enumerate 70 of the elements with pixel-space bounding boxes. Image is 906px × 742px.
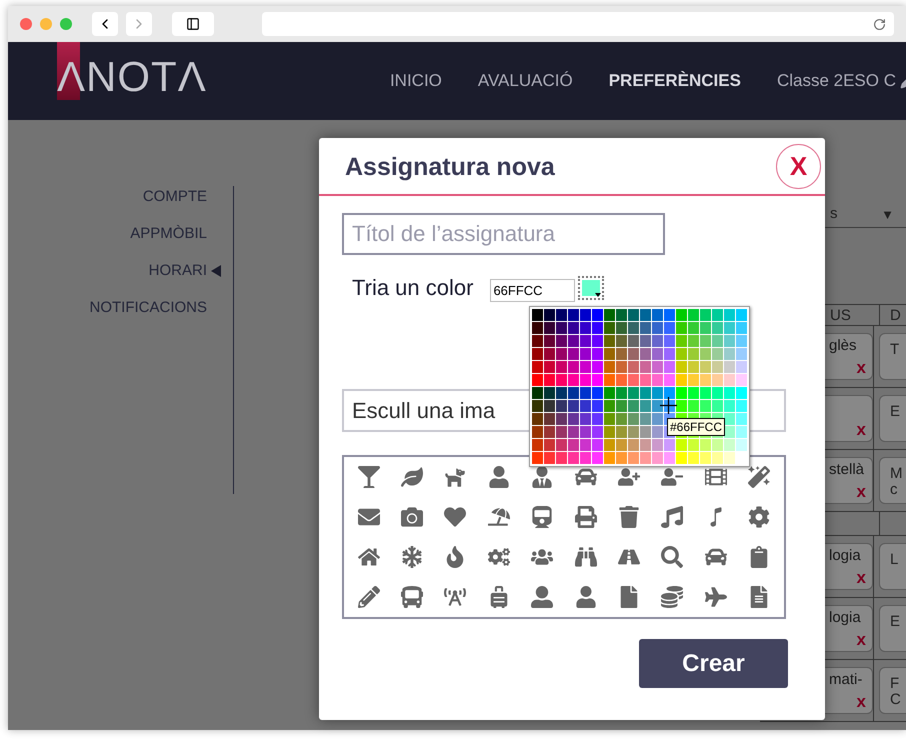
heart-icon[interactable] [444, 506, 466, 528]
column-header: D [889, 306, 901, 325]
sidebar-button[interactable] [172, 12, 214, 36]
sidebar-item[interactable]: COMPTE [142, 187, 207, 207]
remove-button[interactable]: x [856, 631, 866, 648]
person-icon[interactable] [531, 466, 554, 488]
car-icon[interactable] [704, 546, 727, 568]
sidebar-item[interactable]: APPMÒBIL [130, 224, 207, 244]
color-swatch-button[interactable] [578, 276, 604, 300]
person-icon[interactable] [488, 466, 510, 488]
printer-icon[interactable] [574, 506, 597, 528]
close-button[interactable]: X [776, 144, 821, 188]
umbrella-icon[interactable] [488, 506, 510, 528]
sidebar-item[interactable]: HORARI [148, 261, 207, 281]
coins-icon[interactable] [661, 586, 684, 608]
lesson-card[interactable]: F C [879, 667, 906, 714]
bus-icon[interactable] [401, 586, 424, 608]
pencil-icon[interactable] [358, 586, 380, 608]
remove-button[interactable]: x [856, 569, 866, 586]
color-tooltip: #66FFCC [667, 418, 726, 436]
back-button[interactable] [92, 12, 118, 36]
dog-icon[interactable] [444, 466, 466, 488]
dropdown-arrow-icon [595, 293, 602, 297]
clipboard-icon[interactable] [748, 546, 770, 568]
title-input[interactable]: Títol de l’assignatura [342, 213, 665, 255]
film-icon[interactable] [704, 466, 727, 488]
create-button[interactable]: Crear [639, 639, 788, 688]
lesson-card[interactable]: L [879, 543, 906, 590]
person-icon[interactable] [574, 586, 597, 608]
person-icon[interactable] [531, 586, 554, 608]
class-name: Classe 2ESO C [776, 70, 896, 92]
gears-icon[interactable] [488, 546, 510, 568]
reload-icon[interactable] [873, 18, 886, 30]
house-icon[interactable] [358, 546, 380, 568]
nav-link[interactable]: PREFERÈNCIES [608, 68, 741, 94]
remove-button[interactable]: x [856, 359, 866, 376]
sidebar-item[interactable]: NOTIFICACIONS [89, 298, 207, 318]
trash-icon[interactable] [618, 506, 640, 528]
camera-icon[interactable] [401, 506, 424, 528]
remove-button[interactable]: x [856, 693, 866, 710]
music-notes-icon[interactable] [661, 506, 684, 528]
color-label: Tria un color [352, 274, 474, 302]
lesson-card[interactable]: T [879, 333, 906, 380]
lesson-card[interactable]: E [879, 395, 906, 442]
search-icon[interactable] [661, 546, 684, 568]
sidebar-icon [186, 17, 200, 31]
envelope-icon[interactable] [358, 506, 380, 528]
cocktail-glass-icon[interactable] [358, 466, 380, 488]
selected-indicator-icon [211, 265, 221, 277]
remove-button[interactable]: x [856, 421, 866, 438]
binoculars-icon[interactable] [574, 546, 597, 568]
dialog-title: Assignatura nova [345, 152, 555, 184]
car-icon[interactable] [574, 466, 597, 488]
snowflake-icon[interactable] [401, 546, 424, 568]
nav-link[interactable]: INICIO [390, 68, 442, 94]
magic-wand-icon[interactable] [748, 466, 770, 488]
notepad-icon[interactable] [748, 586, 770, 608]
lesson-card[interactable]: E [879, 605, 906, 652]
crosshair-cursor-icon [660, 397, 677, 414]
settings-icon[interactable] [748, 506, 770, 528]
train-icon[interactable] [531, 506, 554, 528]
leaf-icon[interactable] [401, 466, 424, 488]
add-person-icon[interactable] [618, 466, 640, 488]
remove-person-icon[interactable] [661, 466, 684, 488]
remove-button[interactable]: x [856, 483, 866, 500]
file-icon[interactable] [618, 586, 640, 608]
nav-link[interactable]: AVALUACIÓ [478, 68, 573, 94]
lesson-card[interactable]: M c [879, 457, 906, 504]
antenna-icon[interactable] [444, 586, 466, 608]
airplane-icon[interactable] [704, 586, 727, 608]
